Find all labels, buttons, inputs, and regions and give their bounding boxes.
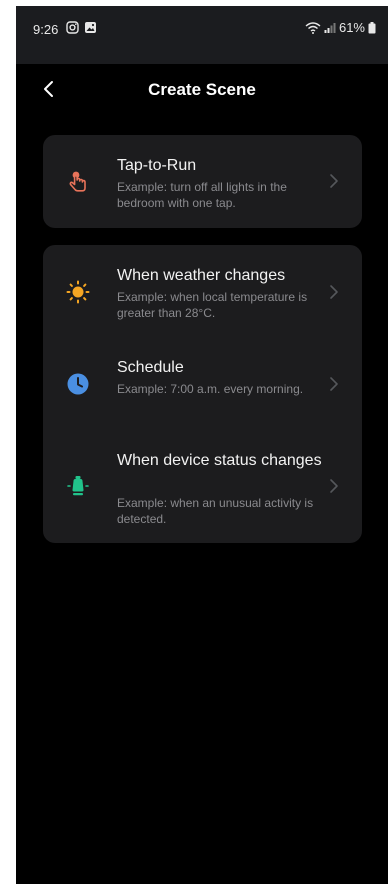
page-title: Create Scene	[148, 80, 256, 99]
phone-screen: 9:26 61% Create Scene Tap-to-Run Example…	[16, 6, 388, 884]
battery-icon	[368, 21, 376, 33]
header: Create Scene	[16, 64, 388, 116]
device-status-label: When device status changes	[117, 452, 322, 469]
gallery-icon	[85, 22, 96, 33]
tap-to-run-desc: Example: turn off all lights in the bedr…	[117, 180, 287, 210]
conditions-card: When weather changes Example: when local…	[43, 245, 362, 543]
device-status-option[interactable]: When device status changes Example: when…	[43, 429, 362, 539]
device-status-desc: Example: when an unusual activity is det…	[117, 496, 314, 526]
weather-changes-label: When weather changes	[117, 267, 286, 284]
weather-changes-desc: Example: when local temperature is great…	[117, 290, 308, 320]
schedule-label: Schedule	[117, 359, 184, 376]
status-notification-icons	[66, 21, 97, 34]
chevron-right-icon	[330, 285, 338, 299]
tap-to-run-option[interactable]: Tap-to-Run Example: turn off all lights …	[43, 135, 362, 228]
sun-icon	[66, 280, 90, 304]
tap-hand-icon	[69, 171, 86, 192]
chevron-right-icon	[330, 174, 338, 188]
wifi-icon	[305, 21, 321, 34]
schedule-option[interactable]: Schedule Example: 7:00 a.m. every mornin…	[43, 337, 362, 427]
status-time: 9:26	[33, 22, 59, 37]
chevron-right-icon	[330, 377, 338, 391]
tap-to-run-card: Tap-to-Run Example: turn off all lights …	[43, 135, 362, 228]
status-bar: 9:26 61%	[16, 6, 388, 64]
clock-icon	[67, 373, 89, 395]
device-icon	[67, 476, 89, 496]
schedule-desc: Example: 7:00 a.m. every morning.	[117, 382, 304, 396]
signal-icon	[324, 23, 336, 33]
chevron-right-icon	[330, 479, 338, 493]
status-right: 61%	[305, 20, 376, 35]
weather-changes-option[interactable]: When weather changes Example: when local…	[43, 245, 362, 335]
instagram-icon	[66, 21, 79, 34]
tap-to-run-label: Tap-to-Run	[117, 157, 197, 174]
battery-percent: 61%	[338, 20, 365, 35]
